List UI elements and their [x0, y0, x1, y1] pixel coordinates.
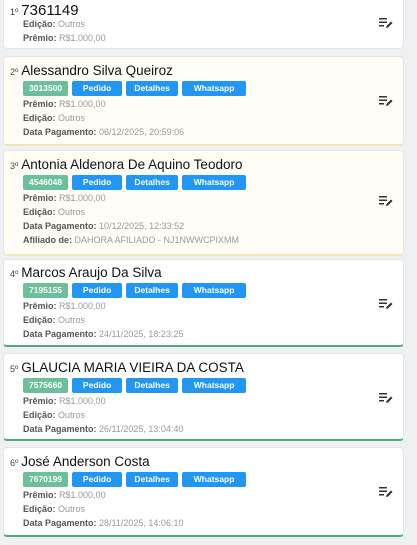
order-code-badge: 7575660 [23, 378, 69, 393]
winner-name: Antonia Aldenora De Aquino Teodoro [21, 157, 243, 172]
edit-list-icon[interactable] [379, 486, 393, 498]
pedido-button[interactable]: Pedido [72, 472, 123, 487]
data-pagamento-line: Data Pagamento: 28/11/2025, 14:06:10 [23, 518, 184, 528]
data-pagamento-line: Data Pagamento: 24/11/2025, 18:23:25 [23, 329, 184, 339]
card-title: 1º 7361149 [10, 2, 79, 19]
premio-line: Prêmio: R$1.000,00 [23, 490, 106, 500]
afiliado-line: Afiliado de: DAHORA AFILIADO - NJ1NWWCPI… [23, 235, 240, 245]
winner-name: 7361149 [21, 2, 79, 19]
action-badges: 4546048 Pedido Detalhes Whatsapp [23, 175, 247, 190]
winner-card: 2º Alessandro Silva Queiroz 3013500 Pedi… [3, 56, 404, 146]
edicao-line: Edição: Outros [23, 315, 86, 325]
rank: 3º [10, 161, 19, 171]
winner-card: 4º Marcos Araujo Da Silva 7195155 Pedido… [3, 259, 404, 347]
action-badges: 7195155 Pedido Detalhes Whatsapp [23, 283, 247, 298]
whatsapp-button[interactable]: Whatsapp [182, 81, 247, 96]
winner-card: 5º GLAUCIA MARIA VIEIRA DA COSTA 7575660… [3, 353, 404, 441]
edicao-line: Edição: Outros [23, 504, 86, 514]
whatsapp-button[interactable]: Whatsapp [182, 472, 247, 487]
edicao-line: Edição: Outros [23, 207, 86, 217]
action-badges: 7575660 Pedido Detalhes Whatsapp [23, 378, 247, 393]
winner-name: José Anderson Costa [21, 454, 150, 469]
action-badges: 7670199 Pedido Detalhes Whatsapp [23, 472, 247, 487]
pedido-button[interactable]: Pedido [72, 81, 123, 96]
card-title: 3º Antonia Aldenora De Aquino Teodoro [10, 157, 242, 172]
card-title: 4º Marcos Araujo Da Silva [10, 265, 162, 280]
premio-line: Prêmio: R$1.000,00 [23, 301, 106, 311]
card-title: 2º Alessandro Silva Queiroz [10, 63, 173, 78]
winner-name: Marcos Araujo Da Silva [21, 265, 162, 280]
premio-line: Prêmio: R$1.000,00 [23, 99, 106, 109]
edicao-line: Edição: Outros [23, 113, 86, 123]
edit-list-icon[interactable] [379, 195, 393, 207]
edit-list-icon[interactable] [379, 95, 393, 107]
whatsapp-button[interactable]: Whatsapp [182, 175, 247, 190]
edit-list-icon[interactable] [379, 17, 393, 29]
whatsapp-button[interactable]: Whatsapp [182, 283, 247, 298]
order-code-badge: 7670199 [23, 472, 69, 487]
premio-line: Prêmio: R$1.000,00 [23, 396, 106, 406]
winner-card: 1º 7361149 Edição: Outros Prêmio: R$1.00… [3, 0, 404, 49]
edit-list-icon[interactable] [379, 298, 393, 310]
detalhes-button[interactable]: Detalhes [126, 378, 179, 393]
detalhes-button[interactable]: Detalhes [126, 472, 179, 487]
edit-list-icon[interactable] [379, 392, 393, 404]
detalhes-button[interactable]: Detalhes [126, 175, 179, 190]
pedido-button[interactable]: Pedido [72, 175, 123, 190]
rank: 5º [10, 364, 19, 374]
order-code-badge: 3013500 [23, 81, 69, 96]
winner-card: 3º Antonia Aldenora De Aquino Teodoro 45… [3, 150, 404, 256]
whatsapp-button[interactable]: Whatsapp [182, 378, 247, 393]
pedido-button[interactable]: Pedido [72, 283, 123, 298]
action-badges: 3013500 Pedido Detalhes Whatsapp [23, 81, 247, 96]
card-title: 5º GLAUCIA MARIA VIEIRA DA COSTA [10, 360, 244, 375]
premio-line: Prêmio: R$1.000,00 [23, 193, 106, 203]
pedido-button[interactable]: Pedido [72, 378, 123, 393]
rank: 2º [10, 67, 19, 77]
card-title: 6º José Anderson Costa [10, 454, 150, 469]
detalhes-button[interactable]: Detalhes [126, 283, 179, 298]
rank: 4º [10, 269, 19, 279]
premio-line: Prêmio: R$1.000,00 [23, 33, 106, 43]
rank: 6º [10, 458, 19, 468]
edicao-line: Edição: Outros [23, 19, 86, 29]
winner-card: 6º José Anderson Costa 7670199 Pedido De… [3, 447, 404, 537]
data-pagamento-line: Data Pagamento: 10/12/2025, 12:33:52 [23, 221, 185, 231]
order-code-badge: 4546048 [23, 175, 69, 190]
data-pagamento-line: Data Pagamento: 26/11/2025, 13:04:40 [23, 424, 184, 434]
detalhes-button[interactable]: Detalhes [126, 81, 179, 96]
rank: 1º [10, 7, 19, 17]
data-pagamento-line: Data Pagamento: 06/12/2025, 20:59:06 [23, 127, 185, 137]
winner-name: GLAUCIA MARIA VIEIRA DA COSTA [21, 360, 244, 375]
winner-name: Alessandro Silva Queiroz [21, 63, 173, 78]
order-code-badge: 7195155 [23, 283, 69, 298]
edicao-line: Edição: Outros [23, 410, 86, 420]
